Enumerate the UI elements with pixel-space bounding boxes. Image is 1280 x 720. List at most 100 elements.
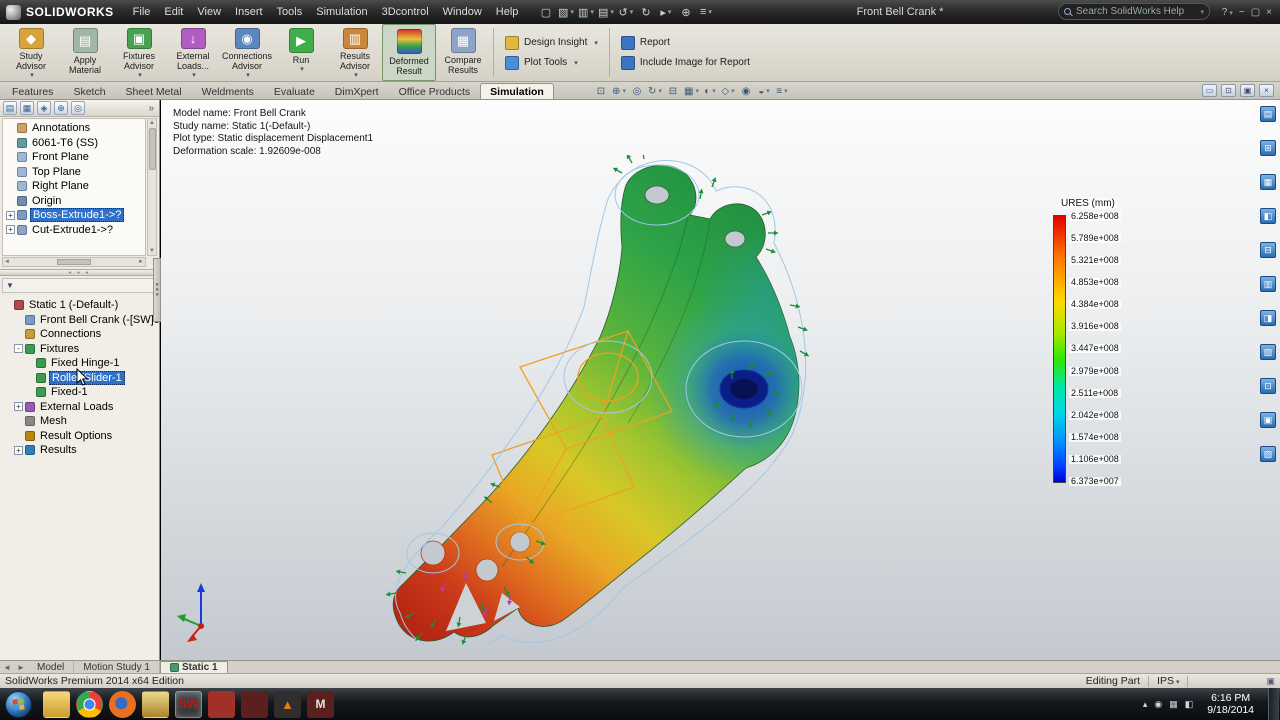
rebuild-icon[interactable]: ⊕ [677, 3, 694, 21]
ribbon-row-button[interactable]: Design Insight [505, 36, 598, 50]
redo-icon[interactable]: ↻ [637, 3, 654, 21]
scrollbar-thumb[interactable] [149, 128, 156, 170]
bottom-tab[interactable]: Motion Study 1 [74, 661, 160, 673]
panel-overflow-chevron-icon[interactable]: » [148, 103, 156, 114]
status-tag-icon[interactable]: ▣ [1266, 676, 1275, 687]
filter-funnel-icon[interactable]: ▼ [6, 281, 14, 290]
start-button[interactable] [5, 691, 32, 718]
side-tool-icon[interactable]: ▤ [1260, 106, 1276, 122]
menu-item[interactable]: View [190, 0, 228, 24]
tree-item[interactable]: Static 1 (-Default-) [0, 298, 159, 313]
firefox-icon[interactable] [109, 691, 136, 718]
zoom-fit-icon[interactable]: ⊡ [594, 84, 608, 98]
side-tool-icon[interactable]: ◨ [1260, 310, 1276, 326]
doc-close-icon[interactable]: × [1259, 84, 1274, 97]
ribbon-row-button[interactable]: Report [621, 36, 750, 50]
ribbon-row-button[interactable]: Plot Tools [505, 56, 598, 70]
menu-item[interactable]: Insert [228, 0, 270, 24]
side-tool-icon[interactable]: ▥ [1260, 276, 1276, 292]
units-selector[interactable]: IPS [1157, 675, 1179, 687]
doc-restore-icon[interactable]: ⊡ [1221, 84, 1236, 97]
tab-scroll-right-icon[interactable]: ► [14, 663, 28, 672]
tree-item[interactable]: Origin [3, 194, 145, 209]
doc-minimize-icon[interactable]: ▭ [1202, 84, 1217, 97]
tree-item[interactable]: Fixed-1 [0, 385, 159, 400]
fea-model[interactable] [370, 155, 810, 645]
rotate-view-icon[interactable]: ↻ [648, 84, 662, 98]
tree-item[interactable]: Top Plane [3, 165, 145, 180]
side-tool-icon[interactable]: ▧ [1260, 344, 1276, 360]
side-tool-icon[interactable]: ◧ [1260, 208, 1276, 224]
command-tab[interactable]: Features [2, 83, 63, 99]
side-tool-icon[interactable]: ⊡ [1260, 378, 1276, 394]
display-style-icon[interactable]: ◐ [703, 84, 717, 98]
bottom-tab[interactable]: Static 1 [160, 661, 228, 673]
side-tool-icon[interactable]: ▦ [1260, 174, 1276, 190]
help-icon[interactable]: ? [1222, 7, 1233, 18]
minimize-icon[interactable]: − [1239, 7, 1245, 18]
tree-item[interactable]: 6061-T6 (SS) [3, 136, 145, 151]
dimxpertmanager-tab-icon[interactable]: ⊕ [54, 101, 68, 115]
menu-item[interactable]: Help [489, 0, 526, 24]
ribbon-button[interactable]: Deformed Result [382, 24, 436, 81]
red-app-icon[interactable] [208, 691, 235, 718]
configurationmanager-tab-icon[interactable]: ◈ [37, 101, 51, 115]
tree-expander-icon[interactable]: + [6, 211, 15, 220]
edit-appearance-icon[interactable]: ◉ [739, 84, 753, 98]
tray-chevron-icon[interactable]: ▴ [1143, 699, 1148, 710]
panel-splitter[interactable]: ● ● ● [0, 269, 159, 276]
menu-item[interactable]: 3Dcontrol [375, 0, 436, 24]
tray-status-icon[interactable]: ◉ [1154, 699, 1162, 710]
options-icon[interactable]: ≡ [697, 3, 714, 21]
tab-scroll-left-icon[interactable]: ◄ [0, 663, 14, 672]
dark-app-icon[interactable] [241, 691, 268, 718]
command-tab[interactable]: Evaluate [264, 83, 325, 99]
tree-item[interactable]: Connections [0, 327, 159, 342]
search-box[interactable]: Search SolidWorks Help ▾ [1058, 3, 1210, 20]
print-icon[interactable]: ▤ [597, 3, 614, 21]
tree-filter-row[interactable]: ▼ [2, 278, 157, 293]
hide-show-items-icon[interactable]: ◇ [721, 84, 735, 98]
view-orientation-icon[interactable]: ▦ [684, 84, 699, 98]
tree-item[interactable]: + Boss-Extrude1->? [3, 208, 145, 223]
side-tool-icon[interactable]: ▣ [1260, 412, 1276, 428]
ribbon-button[interactable]: ↓ External Loads... [166, 24, 220, 81]
select-icon[interactable]: ▸ [657, 3, 674, 21]
ribbon-button[interactable]: ▣ Fixtures Advisor [112, 24, 166, 81]
tree-item[interactable]: + Cut-Extrude1->? [3, 223, 145, 238]
menu-item[interactable]: File [126, 0, 158, 24]
restore-icon[interactable]: ▢ [1251, 7, 1260, 18]
tree-item[interactable]: + External Loads [0, 400, 159, 415]
show-desktop-button[interactable] [1268, 688, 1279, 720]
scroll-right-icon[interactable]: ► [138, 259, 144, 265]
command-tab[interactable]: Office Products [389, 83, 481, 99]
tree-expander-icon[interactable]: + [14, 402, 23, 411]
panel-resize-handle[interactable]: ●●● [153, 258, 161, 322]
save-icon[interactable]: ▥ [577, 3, 594, 21]
scroll-left-icon[interactable]: ◄ [4, 259, 10, 265]
open-icon[interactable]: ▧ [557, 3, 574, 21]
command-tab[interactable]: Weldments [192, 83, 264, 99]
undo-icon[interactable]: ↺ [617, 3, 634, 21]
command-tab[interactable]: Sketch [63, 83, 115, 99]
taskbar-clock[interactable]: 6:16 PM 9/18/2014 [1200, 692, 1261, 716]
side-tool-icon[interactable]: ⊟ [1260, 242, 1276, 258]
feature-tree-horizontal-scrollbar[interactable]: ◄► [2, 257, 146, 267]
search-scope-chevron-icon[interactable]: ▾ [1200, 8, 1204, 16]
menu-item[interactable]: Edit [157, 0, 190, 24]
side-tool-icon[interactable]: ▨ [1260, 446, 1276, 462]
tray-network-icon[interactable]: ▦ [1169, 699, 1178, 710]
feature-tree-vertical-scrollbar[interactable]: ▲▼ [147, 118, 157, 256]
view-settings-icon[interactable]: ≡ [775, 84, 789, 98]
zoom-area-icon[interactable]: ⊕ [612, 84, 626, 98]
tree-item[interactable]: Front Bell Crank (-[SW]6061- [0, 313, 159, 328]
tree-item[interactable]: + Results [0, 443, 159, 458]
maya-icon[interactable]: M [307, 691, 334, 718]
graphics-viewport[interactable]: Model name: Front Bell Crank Study name:… [161, 100, 1280, 660]
section-view-icon[interactable]: ⊟ [666, 84, 680, 98]
tree-item[interactable]: Result Options [0, 429, 159, 444]
tree-item[interactable]: Mesh [0, 414, 159, 429]
tree-item[interactable]: - Fixtures [0, 342, 159, 357]
propertymanager-tab-icon[interactable]: ▦ [20, 101, 34, 115]
chrome-icon[interactable] [76, 691, 103, 718]
